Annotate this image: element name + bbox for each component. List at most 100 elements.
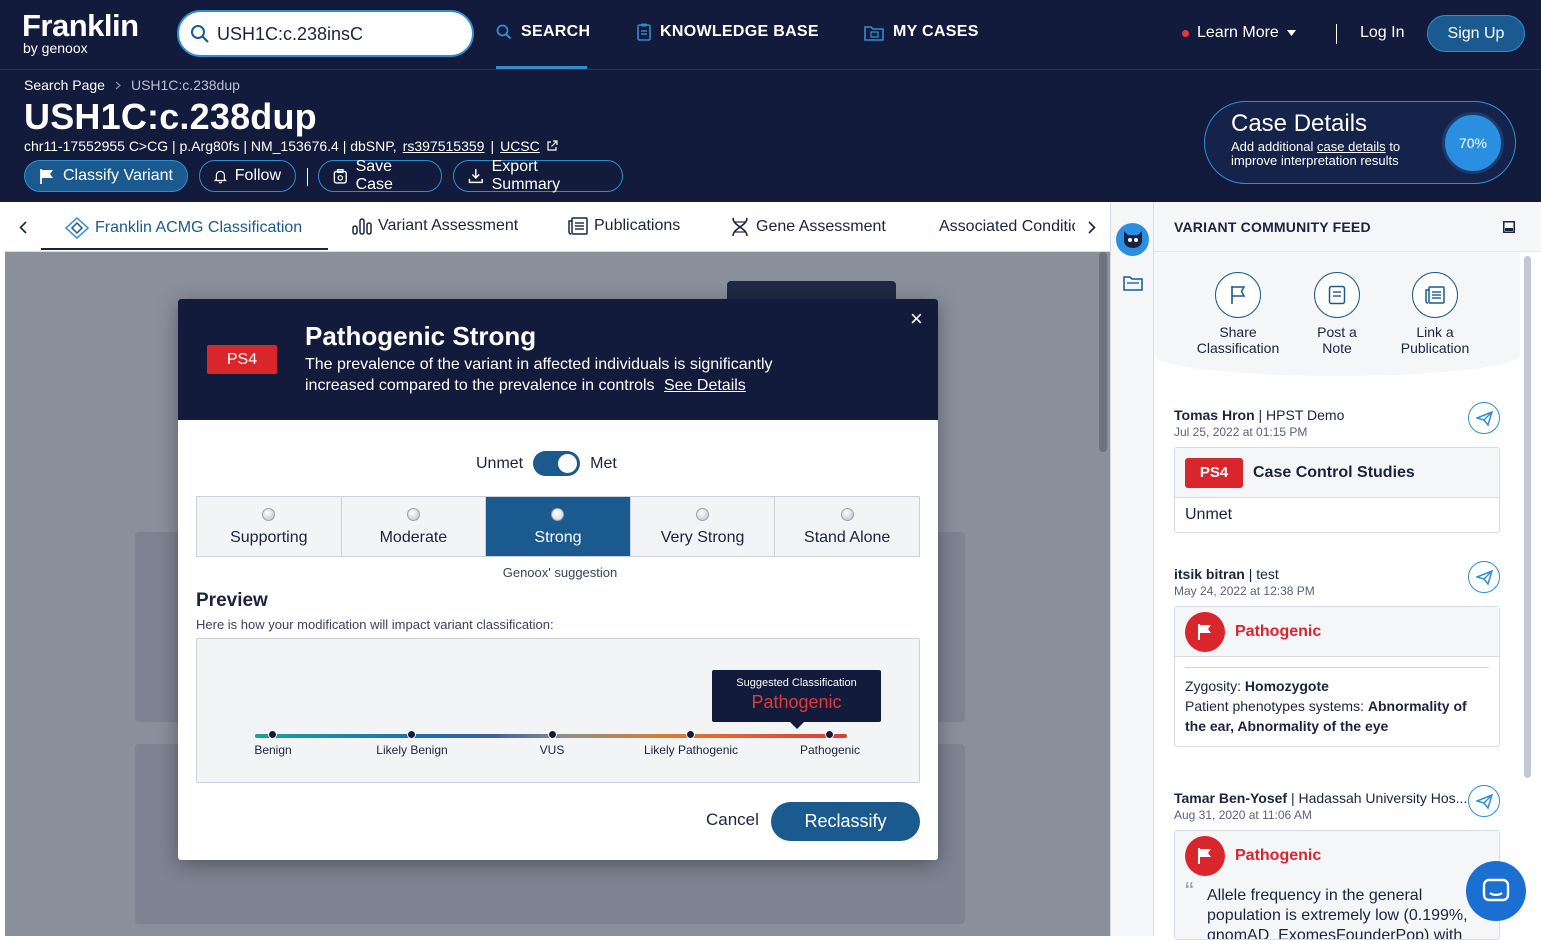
tab-associated-conditions[interactable]: Associated Conditions <box>933 217 1075 237</box>
send-icon[interactable] <box>1468 785 1500 817</box>
level-supporting[interactable]: Supporting <box>197 497 342 556</box>
share-classification-button[interactable]: Share Classification <box>1183 272 1293 356</box>
send-icon[interactable] <box>1468 402 1500 434</box>
scale-label: Pathogenic <box>799 743 861 757</box>
dbsnp-link[interactable]: rs397515359 <box>403 138 485 154</box>
case-details-panel[interactable]: Case Details Add additional case details… <box>1204 101 1516 184</box>
follow-label: Follow <box>234 167 281 184</box>
variant-meta-text: chr11-17552955 C>CG | p.Arg80fs | NM_153… <box>24 138 397 154</box>
met-toggle-row: Unmet Met <box>476 451 617 476</box>
tab-gene-assessment[interactable]: Gene Assessment <box>730 217 886 237</box>
close-icon[interactable]: × <box>910 308 923 330</box>
scale-label: Likely Pathogenic <box>643 743 739 757</box>
save-case-icon <box>333 168 347 184</box>
folder-icon <box>864 25 884 41</box>
analysis-tabs: Franklin ACMG Classification Variant Ass… <box>5 202 1110 252</box>
follow-button[interactable]: Follow <box>199 160 296 192</box>
case-completion-progress: 70% <box>1442 112 1504 174</box>
save-case-button[interactable]: Save Case <box>318 158 442 193</box>
scale-tick-likely-benign <box>407 730 416 739</box>
post-heading: Case Control Studies <box>1253 463 1415 481</box>
link-publication-button[interactable]: Link a Publication <box>1380 272 1490 356</box>
level-strong[interactable]: Strong <box>486 497 631 556</box>
classify-variant-button[interactable]: Classify Variant <box>24 160 188 192</box>
tab-label: Associated Conditions <box>939 218 1075 235</box>
nav-knowledge-base-label: KNOWLEDGE BASE <box>660 23 819 40</box>
franklin-logo[interactable]: Franklin <box>22 8 139 44</box>
classification-modal: PS4 Pathogenic Strong The prevalence of … <box>178 299 938 860</box>
tab-publications[interactable]: Publications <box>568 217 680 235</box>
level-moderate[interactable]: Moderate <box>341 497 487 556</box>
search-input[interactable] <box>217 21 457 47</box>
suggested-label: Suggested Classification <box>736 677 857 689</box>
community-avatar-icon[interactable] <box>1116 223 1149 256</box>
level-stand-alone[interactable]: Stand Alone <box>775 497 919 556</box>
level-very-strong[interactable]: Very Strong <box>630 497 776 556</box>
see-details-link[interactable]: See Details <box>664 377 746 394</box>
classification-preview: Suggested Classification Pathogenic Beni… <box>196 638 920 783</box>
case-details-title: Case Details <box>1231 110 1368 137</box>
side-strip <box>1110 202 1154 936</box>
pathogenic-flag-icon <box>1185 836 1225 876</box>
post-author: itsik bitran | test <box>1174 566 1279 582</box>
reclassify-button[interactable]: Reclassify <box>771 802 920 841</box>
sign-up-button[interactable]: Sign Up <box>1427 15 1525 52</box>
post-author: Tamar Ben-Yosef | Hadassah University Ho… <box>1174 790 1468 806</box>
download-icon <box>468 169 483 184</box>
publication-icon <box>568 217 588 235</box>
feed-post: Tamar Ben-Yosef | Hadassah University Ho… <box>1174 785 1500 940</box>
log-in-link[interactable]: Log In <box>1360 24 1404 42</box>
save-case-label: Save Case <box>355 158 393 193</box>
modal-description: The prevalence of the variant in affecte… <box>305 356 773 394</box>
pathogenic-flag-icon <box>1185 611 1225 652</box>
minimize-icon[interactable] <box>1503 221 1515 233</box>
met-toggle[interactable] <box>533 451 581 476</box>
flag-icon <box>1231 286 1246 304</box>
ucsc-link[interactable]: UCSC <box>500 138 540 154</box>
search-box[interactable] <box>177 10 474 57</box>
folders-icon[interactable] <box>1123 274 1143 291</box>
nav-active-indicator <box>496 66 587 69</box>
cancel-button[interactable]: Cancel <box>706 810 759 830</box>
chat-icon <box>1482 878 1510 902</box>
case-details-link[interactable]: case details <box>1317 139 1386 154</box>
nav-knowledge-base[interactable]: KNOWLEDGE BASE <box>637 23 819 41</box>
caret-down-icon <box>1286 30 1296 36</box>
acmg-diamond-icon <box>65 217 89 239</box>
chevron-right-icon[interactable] <box>1088 221 1096 234</box>
toggle-unmet-label: Unmet <box>476 454 524 472</box>
scale-label: Likely Benign <box>376 743 448 757</box>
post-card: Pathogenic “ Allele frequency in the gen… <box>1174 830 1500 940</box>
learn-more-label: Learn More <box>1197 24 1279 41</box>
learn-more-dropdown[interactable]: Learn More <box>1182 24 1296 42</box>
search-icon <box>496 24 512 40</box>
post-date: Jul 25, 2022 at 01:15 PM <box>1174 425 1308 439</box>
send-icon[interactable] <box>1468 561 1500 593</box>
nav-divider <box>1336 24 1337 44</box>
tab-variant-assessment[interactable]: Variant Assessment <box>352 217 518 235</box>
export-summary-button[interactable]: Export Summary <box>453 158 623 193</box>
chat-launcher-button[interactable] <box>1466 861 1526 921</box>
genoox-suggestion-label: Genoox' suggestion <box>502 565 618 580</box>
preview-subtitle: Here is how your modification will impac… <box>196 617 554 632</box>
bar-chart-icon <box>352 218 372 235</box>
toggle-met-label: Met <box>590 454 617 472</box>
classify-variant-label: Classify Variant <box>63 167 173 184</box>
feed-scrollbar[interactable] <box>1522 252 1534 936</box>
breadcrumb-root[interactable]: Search Page <box>24 77 105 93</box>
tab-franklin-acmg[interactable]: Franklin ACMG Classification <box>65 217 302 239</box>
radio-icon <box>696 508 710 521</box>
preview-title: Preview <box>196 590 268 611</box>
publication-icon <box>1425 286 1445 304</box>
nav-search[interactable]: SEARCH <box>496 23 590 41</box>
scale-tick-vus <box>548 730 557 739</box>
feed-scrollbar-thumb[interactable] <box>1524 256 1531 778</box>
post-note-button[interactable]: Post a Note <box>1282 272 1392 356</box>
post-card: PS4 Case Control Studies Unmet <box>1174 447 1500 533</box>
scale-tick-pathogenic <box>825 730 834 739</box>
scale-label: Benign <box>254 743 292 757</box>
nav-my-cases[interactable]: MY CASES <box>864 23 979 41</box>
scale-label: VUS <box>539 743 565 757</box>
chevron-left-icon[interactable] <box>19 221 27 234</box>
main-scrollbar[interactable] <box>1099 252 1107 452</box>
